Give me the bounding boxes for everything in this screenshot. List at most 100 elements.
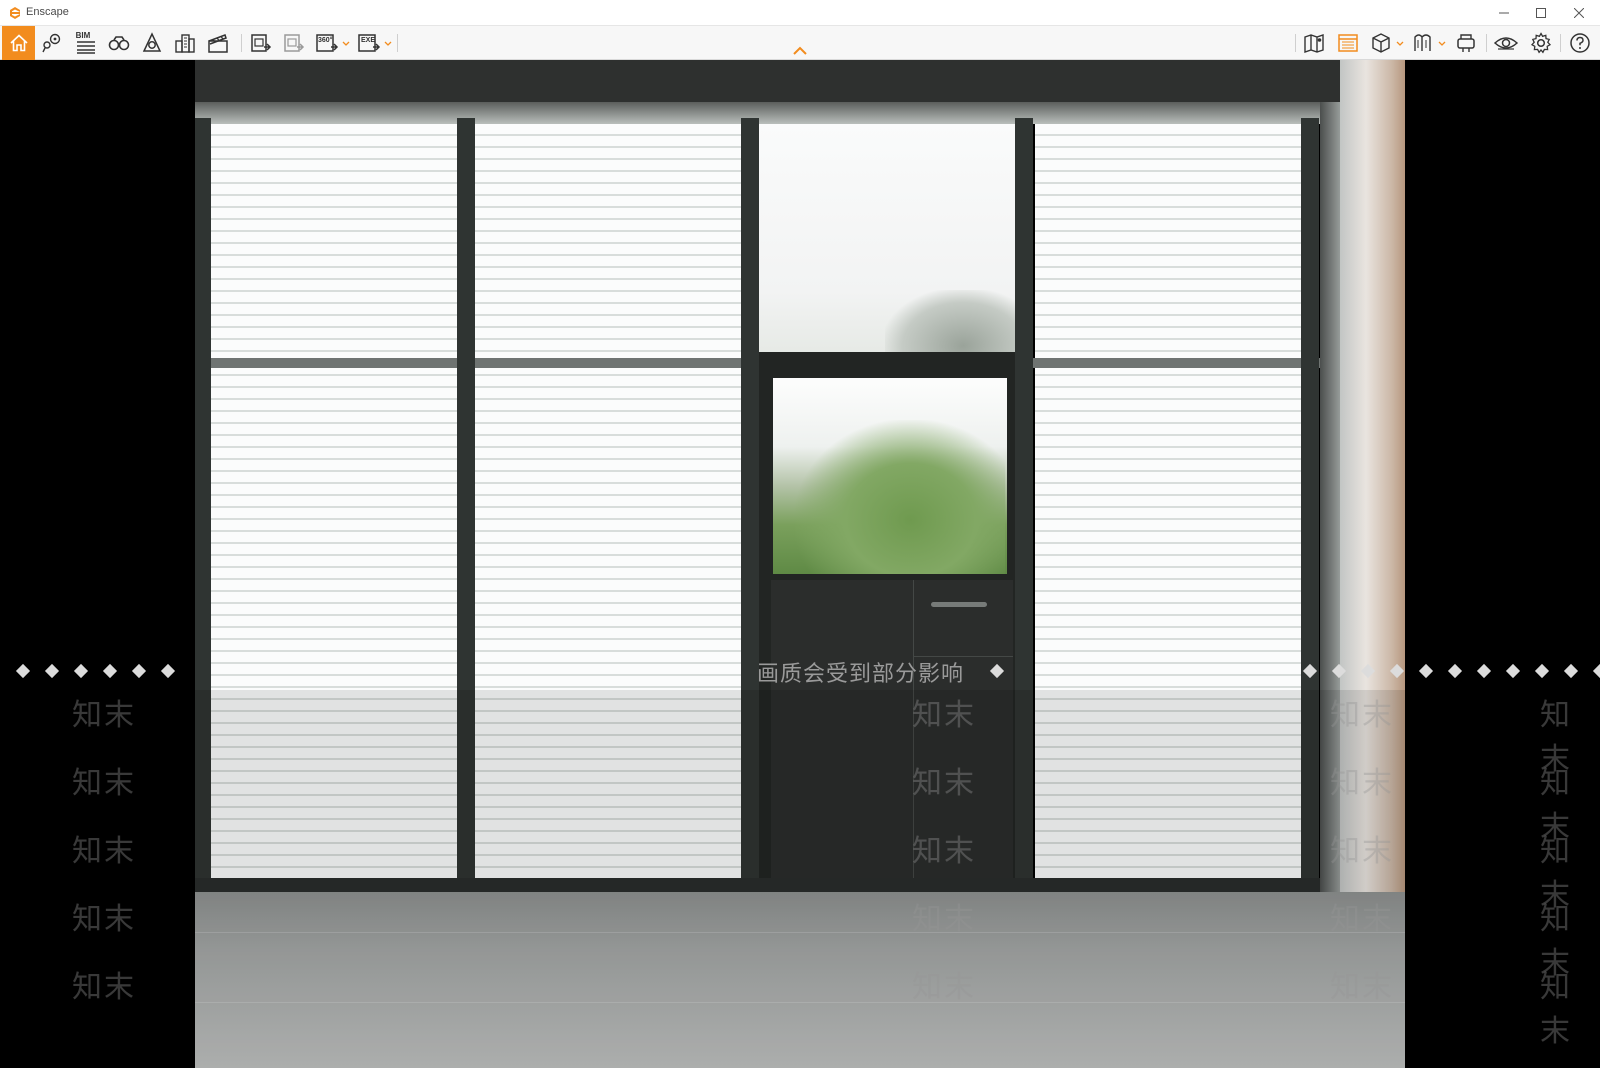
materials-button[interactable] — [1409, 26, 1437, 60]
watermark-brand-text: 知末 — [1330, 699, 1394, 732]
toolbar-separator — [397, 34, 398, 52]
toolbar-separator — [1295, 34, 1296, 52]
rendered-scene — [195, 60, 1405, 1068]
watermark-brand-text: 知末 — [1330, 767, 1394, 800]
clapperboard-icon — [208, 34, 228, 53]
binoculars-icon — [108, 36, 130, 51]
watermark-diamond — [1476, 663, 1492, 679]
sketch-mode-button[interactable] — [1334, 26, 1362, 60]
toolbar-separator — [1560, 34, 1561, 52]
title-bar: Enscape — [0, 0, 1600, 26]
ceiling — [195, 60, 1405, 102]
map-icon — [1304, 34, 1324, 53]
watermark-brand-text: 知末 — [72, 767, 136, 800]
vr-headset-button[interactable] — [1452, 26, 1480, 60]
tree-foliage — [795, 420, 1005, 574]
exe-label: EXE — [361, 37, 376, 44]
main-toolbar: BIM 360° EXE — [0, 26, 1600, 60]
watermark-diamond — [131, 663, 147, 679]
visual-settings-button[interactable] — [1492, 26, 1520, 60]
eye-icon — [1494, 37, 1518, 50]
cube-icon — [1372, 33, 1390, 53]
watermark-brand-text: 知末 — [912, 835, 976, 868]
toolbar-separator — [241, 34, 242, 52]
sketch-window-icon — [1338, 34, 1358, 52]
mullion — [195, 118, 211, 896]
export-exe-button[interactable]: EXE — [355, 26, 383, 60]
bim-list-icon — [77, 41, 95, 54]
watermark-brand-text: 知末 — [72, 971, 136, 1004]
watermark-brand-text: 知末 — [72, 903, 136, 936]
watermark-brand-text: 知末 — [1540, 971, 1572, 1048]
video-editor-button[interactable] — [204, 26, 232, 60]
watermark-brand-text: 知末 — [912, 903, 976, 936]
watermark-diamond — [1418, 663, 1434, 679]
watermark-diamond — [1592, 663, 1600, 679]
help-button[interactable] — [1566, 26, 1594, 60]
export-dropdown-chevron-icon[interactable] — [384, 41, 392, 47]
door-panel — [771, 580, 1013, 888]
mullion — [741, 118, 759, 896]
minimize-button[interactable] — [1485, 0, 1523, 26]
minimize-icon — [1499, 12, 1509, 14]
map-button[interactable] — [1300, 26, 1328, 60]
wall-return — [1320, 102, 1342, 942]
watermark-brand-text: 知末 — [1330, 971, 1394, 1004]
home-button[interactable] — [2, 26, 35, 60]
watermark-brand-text: 知末 — [1330, 903, 1394, 936]
door-handle — [931, 602, 987, 607]
view-mode-dropdown-chevron-icon[interactable] — [1396, 41, 1404, 47]
buildings-icon — [175, 34, 195, 53]
views-button[interactable] — [105, 26, 133, 60]
watermark-brand-text: 知末 — [912, 699, 976, 732]
close-button[interactable] — [1560, 0, 1598, 26]
transom-bar — [195, 358, 760, 368]
settings-button[interactable] — [1527, 26, 1555, 60]
material-brush-icon — [1414, 34, 1431, 51]
watermark-brand-text: 知末 — [72, 699, 136, 732]
location-pin-icon — [42, 33, 61, 53]
quality-notice: 画质会受到部分影响 — [757, 661, 965, 686]
floor-joint — [195, 932, 1405, 933]
window-title: Enscape — [26, 6, 69, 18]
materials-dropdown-chevron-icon[interactable] — [1438, 41, 1446, 47]
watermark-diamond — [73, 663, 89, 679]
glass-panel — [1035, 124, 1301, 892]
bim-button[interactable]: BIM — [72, 26, 100, 60]
batch-render-button[interactable] — [280, 26, 308, 60]
concrete-floor — [195, 892, 1405, 1068]
batch-export-icon — [284, 34, 305, 52]
view-mode-button[interactable] — [1367, 26, 1395, 60]
watermark-diamond — [1563, 663, 1579, 679]
panorama-dropdown-chevron-icon[interactable] — [342, 41, 350, 47]
bim-label: BIM — [75, 31, 91, 40]
panorama-button[interactable]: 360° — [313, 26, 341, 60]
atmosphere-button[interactable] — [138, 26, 166, 60]
watermark-brand-text: 知末 — [912, 971, 976, 1004]
watermark-brand-text: 知末 — [72, 835, 136, 868]
watermark-brand-text: 知末 — [1330, 835, 1394, 868]
transom-bar — [1015, 358, 1325, 368]
watermark-diamond — [44, 663, 60, 679]
maximize-icon — [1536, 8, 1546, 18]
site-context-button[interactable] — [171, 26, 199, 60]
assets-button[interactable] — [38, 26, 66, 60]
watermark-brand-text: 知末 — [912, 767, 976, 800]
maximize-button[interactable] — [1522, 0, 1560, 26]
watermark-diamond — [1447, 663, 1463, 679]
home-icon — [9, 34, 28, 52]
screenshot-button[interactable] — [247, 26, 275, 60]
ceiling-soffit — [195, 102, 1340, 124]
watermark-diamond — [102, 663, 118, 679]
gear-icon — [1530, 32, 1552, 54]
collapse-toolbar-chevron-up-icon[interactable] — [792, 46, 808, 56]
vr-headset-icon — [1457, 34, 1475, 52]
image-export-icon — [251, 34, 272, 52]
toolbar-separator — [1486, 34, 1487, 52]
watermark-diamond — [160, 663, 176, 679]
glass-panel — [475, 124, 741, 892]
render-viewport[interactable]: 画质会受到部分影响 知末 知末 知末 知末 知末 知末 知末 知末 知末 知末 知末 知末 知末 知末 知末… — [0, 60, 1600, 1068]
watermark-diamond — [1505, 663, 1521, 679]
help-question-icon — [1570, 33, 1590, 53]
enscape-logo-icon — [10, 7, 20, 19]
